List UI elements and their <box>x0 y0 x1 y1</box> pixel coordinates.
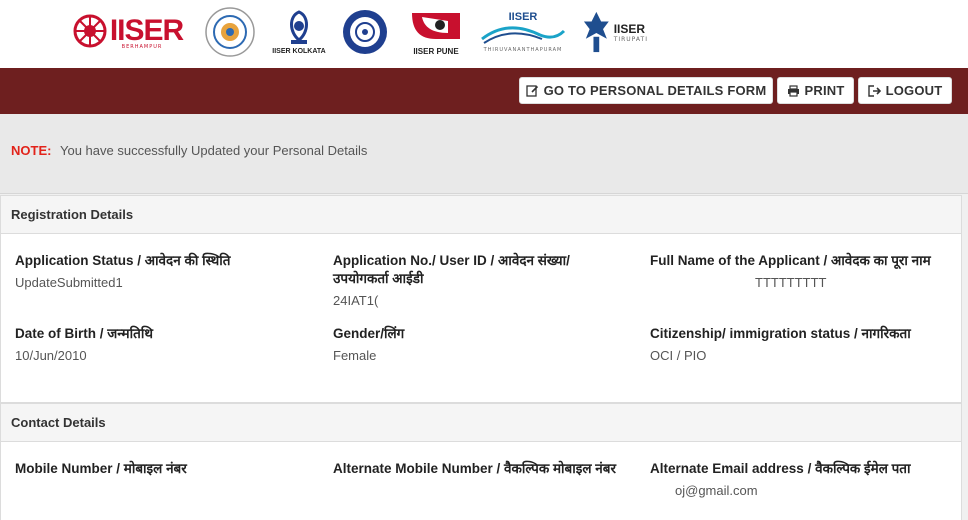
logo-text: IISER KOLKATA <box>272 47 326 55</box>
pune-emblem-icon <box>412 12 460 39</box>
logo-iiser-kolkata: IISER KOLKATA <box>272 6 326 58</box>
print-button[interactable]: PRINT <box>777 77 854 104</box>
date-of-birth-field: Date of Birth / जन्मतिथि 10/Jun/2010 <box>15 325 315 365</box>
logo-subtext: THIRUVANANTHAPURAM <box>483 47 563 53</box>
logo-bar: IISER BERHAMPUR IISER KOLKATA IISER PUNE… <box>0 0 968 68</box>
field-value: UpdateSubmitted1 <box>15 275 123 290</box>
print-label: PRINT <box>804 83 845 98</box>
tirupati-emblem-icon <box>583 11 609 53</box>
logo-text: IISER PUNE <box>413 46 459 56</box>
citizenship-field: Citizenship/ immigration status / नागरिक… <box>650 325 960 365</box>
gender-field: Gender/लिंग Female <box>333 325 633 365</box>
logo-iiser-tirupati: IISER TIRUPATI <box>582 6 648 58</box>
note-label: NOTE: <box>11 143 52 158</box>
logo-subtext: TIRUPATI <box>613 35 648 43</box>
field-label: Mobile Number / मोबाइल नंबर <box>15 461 187 476</box>
field-value: TTTTTTTTT <box>755 275 827 290</box>
field-label: Citizenship/ immigration status / नागरिक… <box>650 326 911 341</box>
field-label: Alternate Email address / वैकल्पिक ईमेल … <box>650 461 911 476</box>
field-label: Full Name of the Applicant / आवेदक का पू… <box>650 253 931 268</box>
logo-iiser-pune: IISER PUNE <box>405 6 467 58</box>
print-icon <box>787 84 799 97</box>
logout-label: LOGOUT <box>885 83 943 98</box>
field-value: 10/Jun/2010 <box>15 348 87 363</box>
field-value: oj@gmail.com <box>675 483 758 498</box>
registration-details-heading: Registration Details <box>1 196 961 234</box>
contact-details-heading: Contact Details <box>1 404 961 442</box>
logo-text: IISER <box>109 14 184 47</box>
bhopal-seal-icon <box>205 7 255 57</box>
berhampur-emblem-icon <box>73 14 107 48</box>
logo-iiser-mohali <box>340 6 390 58</box>
personal-details-form-button[interactable]: GO TO PERSONAL DETAILS FORM <box>519 77 773 104</box>
logo-iiser-berhampur: IISER BERHAMPUR <box>68 6 188 58</box>
logo-subtext: BERHAMPUR <box>121 44 163 50</box>
alternate-mobile-field: Alternate Mobile Number / वैकल्पिक मोबाइ… <box>333 460 628 482</box>
field-value: OCI / PIO <box>650 348 707 363</box>
note-message: You have successfully Updated your Perso… <box>60 143 368 158</box>
logout-icon <box>867 84 881 97</box>
field-label: Alternate Mobile Number / वैकल्पिक मोबाइ… <box>333 461 617 476</box>
application-number-field: Application No./ User ID / आवेदन संख्या/… <box>333 252 623 310</box>
logout-button[interactable]: LOGOUT <box>858 77 952 104</box>
field-value: 24IAT1( <box>333 293 379 308</box>
logo-iiser-bhopal <box>203 6 257 58</box>
edit-icon <box>525 85 538 97</box>
kolkata-emblem-icon <box>290 9 308 44</box>
field-label: Gender/लिंग <box>333 326 405 341</box>
logo-text: IISER <box>613 21 646 36</box>
mohali-seal-icon <box>343 10 387 54</box>
applicant-name-field: Full Name of the Applicant / आवेदक का पू… <box>650 252 950 292</box>
personal-details-form-label: GO TO PERSONAL DETAILS FORM <box>543 83 767 98</box>
mobile-number-field: Mobile Number / मोबाइल नंबर <box>15 460 315 482</box>
field-label: Date of Birth / जन्मतिथि <box>15 326 153 341</box>
field-label: Application Status / आवेदन की स्थिति <box>15 253 231 268</box>
application-status-field: Application Status / आवेदन की स्थिति Upd… <box>15 252 315 292</box>
field-label: Application No./ User ID / आवेदन संख्या/… <box>333 253 570 286</box>
field-value: Female <box>333 348 377 363</box>
logo-iiser-tvm: IISER THIRUVANANTHAPURAM <box>478 6 568 58</box>
tvm-wave-icon <box>481 26 566 44</box>
logo-text: IISER <box>508 11 538 23</box>
alternate-email-field: Alternate Email address / वैकल्पिक ईमेल … <box>650 460 960 500</box>
